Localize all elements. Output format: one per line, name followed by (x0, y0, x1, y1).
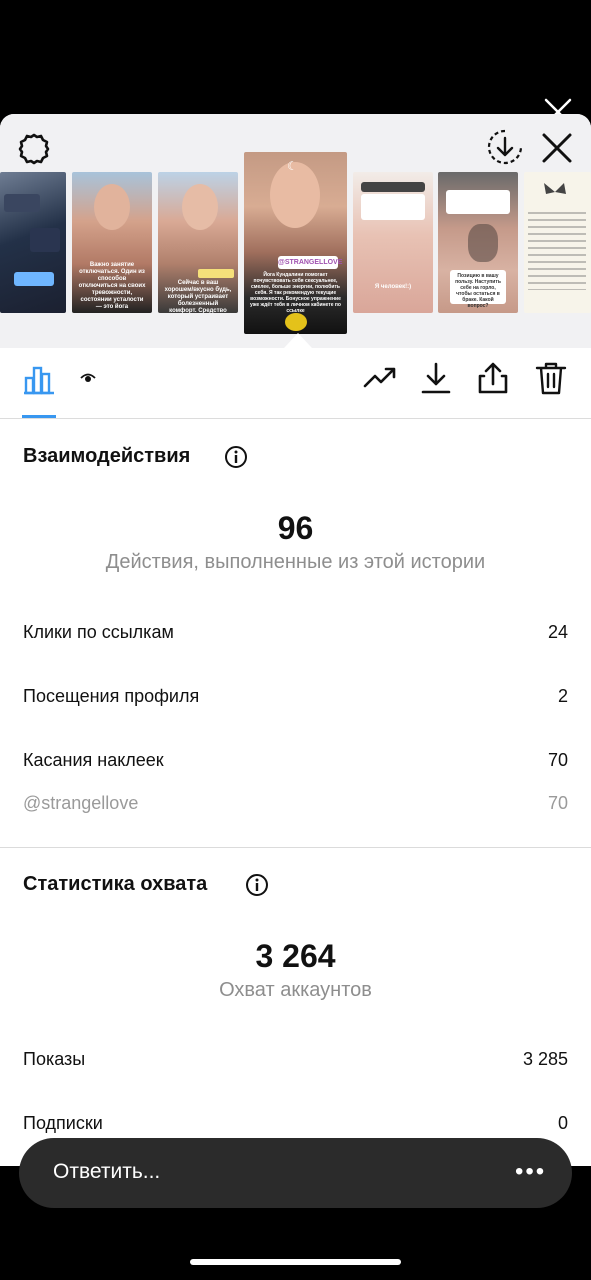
metric-label: Клики по ссылкам (23, 622, 174, 642)
gear-icon[interactable] (16, 131, 52, 167)
metric-row: Посещения профиля 2 (23, 686, 568, 707)
story-thumbnail[interactable]: Я человек!:) (353, 172, 433, 313)
sticker-taps-value: 70 (547, 793, 568, 813)
thumbnail-caption: Йога Кундалини помогает почувствовать се… (250, 272, 341, 314)
story-thumbnail[interactable]: Позицию в вашу пользу. Наступить себе на… (438, 172, 518, 313)
interactions-total-label: Действия, выполненные из этой истории (105, 551, 486, 573)
home-indicator (190, 1259, 401, 1265)
thumbnail-caption: Важно занятие отключаться. Один из спосо… (78, 262, 146, 310)
insights-toolbar (0, 348, 591, 419)
mention-sticker[interactable]: @STRANGELLOVE (278, 256, 342, 269)
selection-pointer (284, 333, 312, 348)
metric-label: Показы (23, 1049, 86, 1069)
metric-value: 3 285 (522, 1049, 568, 1069)
metric-value: 0 (557, 1113, 568, 1133)
metric-row: Касания наклеек 70 (23, 750, 568, 771)
trash-icon[interactable] (533, 360, 569, 396)
metric-label: Посещения профиля (23, 686, 200, 706)
more-options-icon[interactable]: ••• (515, 1158, 546, 1186)
thumbnail-caption: Сейчас в ваш хорошем/вкусно будь, которы… (164, 280, 232, 313)
metric-value: 24 (547, 622, 568, 642)
info-icon[interactable] (245, 873, 268, 896)
interactions-title: Взаимодействия (23, 445, 191, 467)
active-tab-indicator (22, 415, 56, 418)
sticker-handle: @strangellove (23, 793, 139, 813)
reach-total-label: Охват аккаунтов (219, 979, 372, 1001)
reply-placeholder: Ответить... (53, 1160, 161, 1183)
trending-icon[interactable] (362, 360, 398, 396)
story-thumbnail[interactable]: Сейчас в ваш хорошем/вкусно будь, которы… (158, 172, 238, 313)
story-thumbnail[interactable] (524, 172, 591, 313)
thumbnail-caption: Позицию в вашу пользу. Наступить себе на… (450, 270, 506, 309)
metric-value: 2 (557, 686, 568, 706)
share-icon[interactable] (475, 360, 511, 396)
metric-row: Клики по ссылкам 24 (23, 622, 568, 643)
sticker-breakdown-row: @strangellove 70 (23, 793, 568, 814)
thumbnail-caption: Я человек!:) (374, 284, 412, 290)
info-icon[interactable] (224, 445, 247, 468)
reply-input[interactable]: Ответить... ••• (19, 1138, 572, 1208)
metric-value: 70 (547, 750, 568, 770)
story-thumbnail[interactable] (0, 172, 66, 313)
eye-icon[interactable] (78, 368, 98, 388)
metric-label: Подписки (23, 1113, 103, 1133)
download-circle-icon[interactable] (486, 128, 524, 166)
interactions-total: 96 (277, 510, 314, 546)
stories-strip: Важно занятие отключаться. Один из спосо… (0, 114, 591, 348)
story-thumbnail[interactable]: Важно занятие отключаться. Один из спосо… (72, 172, 152, 313)
close-icon[interactable] (539, 130, 575, 166)
metric-row: Показы 3 285 (23, 1049, 568, 1070)
section-divider (0, 847, 591, 848)
reach-total: 3 264 (255, 938, 336, 974)
metric-row: Подписки 0 (23, 1113, 568, 1134)
story-thumbnail-selected[interactable]: ☾ @STRANGELLOVE Йога Кундалини помогает … (244, 152, 347, 334)
metric-label: Касания наклеек (23, 750, 164, 770)
download-icon[interactable] (418, 360, 454, 396)
bar-chart-icon[interactable] (21, 360, 57, 396)
reach-title: Статистика охвата (23, 873, 208, 895)
story-insights-sheet: Важно занятие отключаться. Один из спосо… (0, 114, 591, 1166)
